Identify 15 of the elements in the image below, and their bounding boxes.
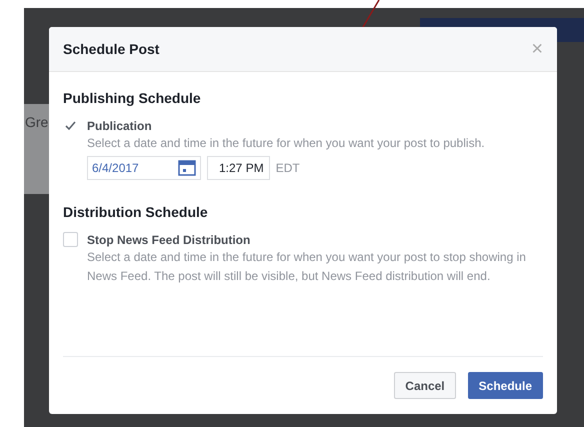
checkbox-label: Stop News Feed Distribution <box>87 232 250 246</box>
schedule-button[interactable]: Schedule <box>468 372 543 399</box>
description: Select a date and time in the future for when you want your post to stop showing in News Feed. The post will still be visible, but News Feed distribution will end. <box>87 249 527 285</box>
date-field[interactable]: 6/4/2017 <box>87 156 201 180</box>
calendar-icon[interactable] <box>178 160 196 176</box>
section-heading: Distribution Schedule <box>63 204 209 220</box>
time-field[interactable]: 1:27 PM <box>207 156 270 180</box>
section-heading: Publishing Schedule <box>63 90 202 106</box>
checkbox[interactable] <box>63 232 78 247</box>
cancel-button[interactable]: Cancel <box>394 372 456 399</box>
page-heading: Gre <box>25 114 48 130</box>
timezone-label: EDT <box>276 161 300 175</box>
description: Select a date and time in the future for when you want your post to publish. <box>87 135 486 152</box>
dialog-title: Schedule Post <box>63 41 160 57</box>
checkbox-label: Publication <box>87 118 152 132</box>
